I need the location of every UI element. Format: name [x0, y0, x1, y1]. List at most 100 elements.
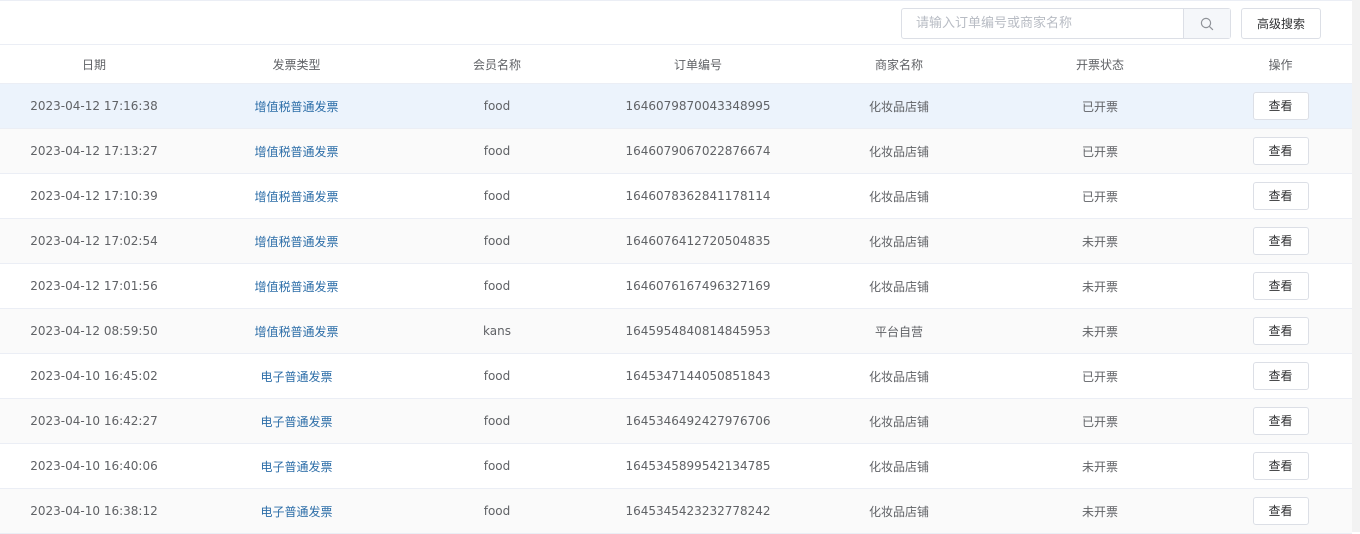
cell-member-text: food	[483, 279, 511, 293]
cell-invoice-type[interactable]: 增值税普通发票	[188, 233, 405, 250]
cell-invoice-type[interactable]: 增值税普通发票	[188, 278, 405, 295]
view-button[interactable]: 查看	[1252, 497, 1309, 525]
cell-invoice-type-text[interactable]: 增值税普通发票	[254, 100, 338, 114]
cell-shop-text: 化妆品店铺	[868, 414, 929, 429]
cell-member: food	[405, 189, 589, 203]
cell-shop: 化妆品店铺	[807, 278, 991, 295]
table-body: 2023-04-12 17:16:38 增值税普通发票 food 1646079870…	[0, 84, 1352, 534]
cell-invoice-type-text[interactable]: 增值税普通发票	[254, 325, 338, 339]
cell-shop: 平台自营	[807, 323, 991, 340]
cell-date-text: 2023-04-12 08:59:50	[30, 324, 158, 338]
cell-invoice-type-text[interactable]: 电子普通发票	[260, 505, 332, 519]
cell-date-text: 2023-04-10 16:38:12	[30, 504, 158, 518]
cell-invoice-type[interactable]: 电子普通发票	[188, 503, 405, 520]
cell-member: food	[405, 504, 589, 518]
search-input[interactable]	[902, 9, 1183, 38]
view-button[interactable]: 查看	[1252, 272, 1309, 300]
cell-invoice-type[interactable]: 增值税普通发票	[188, 143, 405, 160]
column-header-order-no: 订单编号	[673, 57, 722, 72]
cell-date-text: 2023-04-10 16:42:27	[30, 414, 158, 428]
cell-order-no-text: 1645345899542134785	[625, 459, 771, 473]
cell-date: 2023-04-10 16:38:12	[0, 504, 188, 518]
cell-shop: 化妆品店铺	[807, 143, 991, 160]
cell-invoice-type-text[interactable]: 增值税普通发票	[254, 190, 338, 204]
cell-invoice-type-text[interactable]: 电子普通发票	[260, 415, 332, 429]
cell-shop: 化妆品店铺	[807, 458, 991, 475]
view-button[interactable]: 查看	[1252, 182, 1309, 210]
advanced-search-button[interactable]: 高级搜索	[1241, 8, 1321, 39]
cell-invoice-type-text[interactable]: 增值税普通发票	[254, 235, 338, 249]
view-button[interactable]: 查看	[1252, 317, 1309, 345]
cell-member-text: food	[483, 414, 511, 428]
view-button[interactable]: 查看	[1252, 362, 1309, 390]
cell-date: 2023-04-10 16:42:27	[0, 414, 188, 428]
view-button[interactable]: 查看	[1252, 92, 1309, 120]
cell-status-text: 已开票	[1081, 144, 1118, 159]
cell-status-text: 已开票	[1081, 189, 1118, 204]
column-header-action: 操作	[1268, 57, 1293, 72]
cell-date: 2023-04-12 17:10:39	[0, 189, 188, 203]
cell-member-text: food	[483, 189, 511, 203]
cell-status-text: 已开票	[1081, 369, 1118, 384]
cell-action: 查看	[1209, 92, 1352, 120]
cell-status-text: 未开票	[1081, 324, 1118, 339]
cell-invoice-type[interactable]: 电子普通发票	[188, 458, 405, 475]
cell-order-no-text: 1646078362841178114	[625, 189, 771, 203]
cell-invoice-type[interactable]: 电子普通发票	[188, 413, 405, 430]
cell-invoice-type-text[interactable]: 电子普通发票	[260, 370, 332, 384]
cell-date-text: 2023-04-12 17:16:38	[30, 99, 158, 113]
cell-order-no: 1645345899542134785	[589, 459, 807, 473]
cell-invoice-type-text[interactable]: 电子普通发票	[260, 460, 332, 474]
cell-shop-text: 化妆品店铺	[868, 99, 929, 114]
column-header-date: 日期	[81, 57, 106, 72]
cell-order-no-text: 1646079870043348995	[625, 99, 771, 113]
vertical-scrollbar[interactable]	[1352, 0, 1360, 532]
cell-order-no: 1646079067022876674	[589, 144, 807, 158]
cell-shop: 化妆品店铺	[807, 188, 991, 205]
cell-status-text: 未开票	[1081, 459, 1118, 474]
cell-member: kans	[405, 324, 589, 338]
cell-status: 未开票	[991, 503, 1209, 520]
search-icon	[1200, 17, 1214, 30]
cell-invoice-type[interactable]: 增值税普通发票	[188, 188, 405, 205]
cell-invoice-type[interactable]: 增值税普通发票	[188, 98, 405, 115]
cell-status: 未开票	[991, 233, 1209, 250]
column-header-member: 会员名称	[472, 57, 521, 72]
cell-invoice-type[interactable]: 电子普通发票	[188, 368, 405, 385]
view-button[interactable]: 查看	[1252, 452, 1309, 480]
table-row: 2023-04-10 16:40:06 电子普通发票 food 16453458995…	[0, 444, 1352, 489]
cell-shop: 化妆品店铺	[807, 503, 991, 520]
column-header-shop: 商家名称	[874, 57, 923, 72]
view-button[interactable]: 查看	[1252, 407, 1309, 435]
table-row: 2023-04-10 16:45:02 电子普通发票 food 16453471440…	[0, 354, 1352, 399]
cell-member-text: food	[483, 369, 511, 383]
table-row: 2023-04-10 16:42:27 电子普通发票 food 16453464924…	[0, 399, 1352, 444]
cell-date-text: 2023-04-10 16:45:02	[30, 369, 158, 383]
cell-order-no-text: 1646076412720504835	[625, 234, 771, 248]
cell-action: 查看	[1209, 407, 1352, 435]
table-row: 2023-04-10 16:38:12 电子普通发票 food 16453454232…	[0, 489, 1352, 534]
cell-order-no-text: 1646076167496327169	[625, 279, 771, 293]
cell-status-text: 已开票	[1081, 99, 1118, 114]
search-button[interactable]	[1183, 9, 1230, 38]
cell-date-text: 2023-04-12 17:02:54	[30, 234, 158, 248]
cell-invoice-type-text[interactable]: 增值税普通发票	[254, 280, 338, 294]
view-button[interactable]: 查看	[1252, 137, 1309, 165]
table-row: 2023-04-12 08:59:50 增值税普通发票 kans 1645954840…	[0, 309, 1352, 354]
cell-order-no-text: 1646079067022876674	[625, 144, 771, 158]
cell-status: 已开票	[991, 188, 1209, 205]
cell-member: food	[405, 279, 589, 293]
table-header: 日期 发票类型 会员名称 订单编号 商家名称 开票状态 操作	[0, 44, 1352, 84]
cell-date-text: 2023-04-10 16:40:06	[30, 459, 158, 473]
view-button[interactable]: 查看	[1252, 227, 1309, 255]
cell-invoice-type[interactable]: 增值税普通发票	[188, 323, 405, 340]
table-row: 2023-04-12 17:10:39 增值税普通发票 food 1646078362…	[0, 174, 1352, 219]
cell-order-no: 1646076412720504835	[589, 234, 807, 248]
cell-action: 查看	[1209, 227, 1352, 255]
cell-status: 已开票	[991, 143, 1209, 160]
cell-shop-text: 化妆品店铺	[868, 504, 929, 519]
cell-invoice-type-text[interactable]: 增值税普通发票	[254, 145, 338, 159]
cell-shop-text: 化妆品店铺	[868, 234, 929, 249]
search-box	[901, 8, 1231, 39]
cell-status: 未开票	[991, 323, 1209, 340]
